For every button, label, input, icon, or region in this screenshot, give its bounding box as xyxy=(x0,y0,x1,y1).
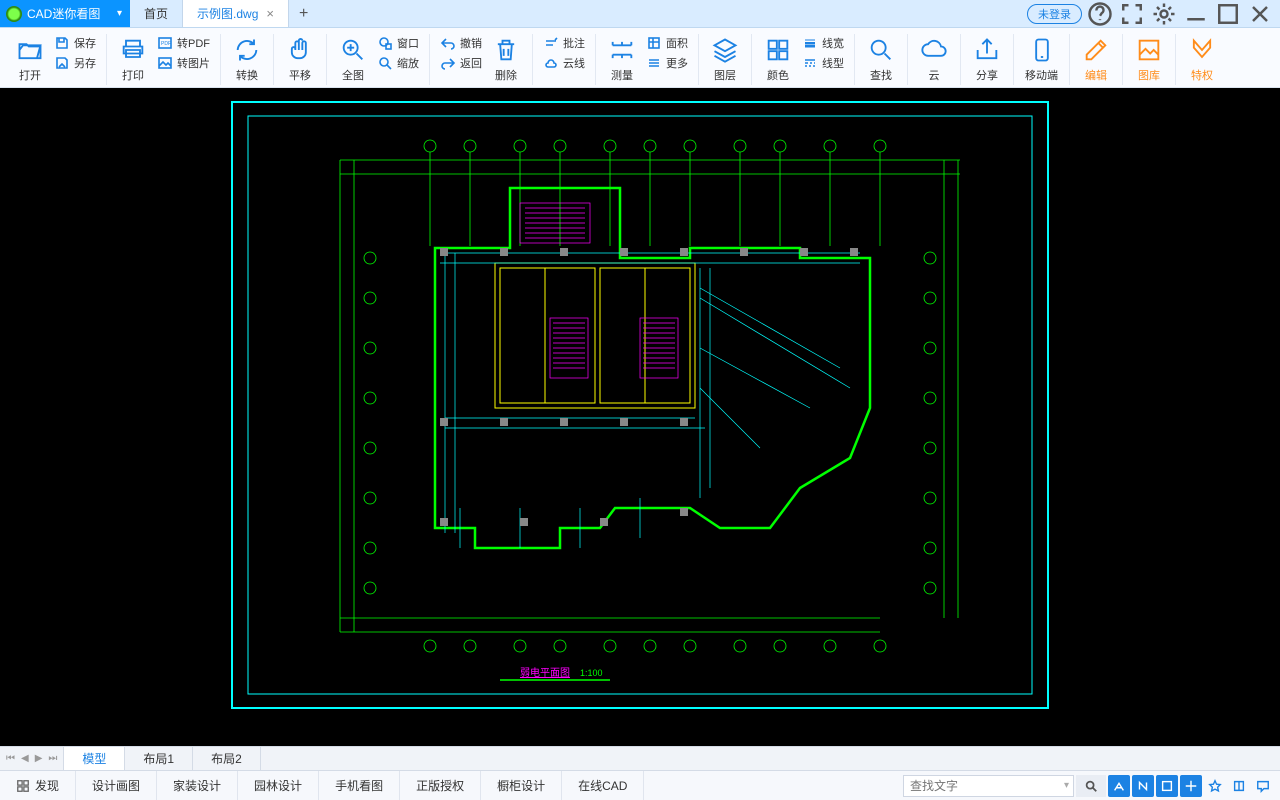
measure-button[interactable]: 测量 xyxy=(602,34,642,85)
nav-last-icon[interactable]: ⏭ xyxy=(48,753,57,764)
status-discover[interactable]: 发现 xyxy=(0,771,76,800)
layout-tabs: ⏮ ◀ ▶ ⏭ 模型 布局1 布局2 xyxy=(0,746,1280,770)
toolbar-ribbon: 打开 保存 另存 打印 PDF转PDF 转图片 转换 平移 全图 窗口 缩放 撤… xyxy=(0,28,1280,88)
status-garden[interactable]: 园林设计 xyxy=(238,771,319,800)
nav-next-icon[interactable]: ▶ xyxy=(35,753,43,764)
edit-button[interactable]: 编辑 xyxy=(1076,34,1116,85)
chevron-down-icon[interactable]: ▾ xyxy=(1064,780,1073,791)
search-button[interactable] xyxy=(1076,775,1106,797)
print-button[interactable]: 打印 xyxy=(113,34,153,85)
help-icon[interactable] xyxy=(1086,4,1114,24)
app-logo-icon xyxy=(6,6,22,22)
delete-button[interactable]: 删除 xyxy=(486,34,526,85)
area-button[interactable]: 面积 xyxy=(642,34,692,52)
minimize-button[interactable] xyxy=(1182,4,1210,24)
chevron-down-icon: ▾ xyxy=(117,8,122,19)
tab-home[interactable]: 首页 xyxy=(130,0,183,27)
open-button[interactable]: 打开 xyxy=(10,34,50,85)
status-license[interactable]: 正版授权 xyxy=(400,771,481,800)
status-cabinet[interactable]: 橱柜设计 xyxy=(481,771,562,800)
north-toggle[interactable] xyxy=(1132,775,1154,797)
ortho-toggle[interactable] xyxy=(1156,775,1178,797)
share-button[interactable]: 分享 xyxy=(967,34,1007,85)
more-button[interactable]: 更多 xyxy=(642,54,692,72)
back-button[interactable]: 返回 xyxy=(436,54,486,72)
cloud-button[interactable]: 云 xyxy=(914,34,954,85)
title-bar: CAD迷你看图 ▾ 首页 示例图.dwg × + 未登录 xyxy=(0,0,1280,28)
layer-button[interactable]: 图层 xyxy=(705,34,745,85)
cad-drawing: 弱电平面图 1:100 xyxy=(0,88,1280,724)
privilege-button[interactable]: 特权 xyxy=(1182,34,1222,85)
zoom-full-button[interactable]: 全图 xyxy=(333,34,373,85)
maximize-button[interactable] xyxy=(1214,4,1242,24)
mobile-button[interactable]: 移动端 xyxy=(1020,34,1063,85)
status-design[interactable]: 设计画图 xyxy=(76,771,157,800)
login-button[interactable]: 未登录 xyxy=(1027,4,1082,24)
drawing-canvas[interactable]: 弱电平面图 1:100 xyxy=(0,88,1280,746)
nav-prev-icon[interactable]: ◀ xyxy=(21,753,29,764)
annotate-button[interactable]: 批注 xyxy=(539,34,589,52)
status-home-design[interactable]: 家装设计 xyxy=(157,771,238,800)
status-bar: 发现 设计画图 家装设计 园林设计 手机看图 正版授权 橱柜设计 在线CAD ▾ xyxy=(0,770,1280,800)
undo-button[interactable]: 撤销 xyxy=(436,34,486,52)
to-pdf-button[interactable]: PDF转PDF xyxy=(153,34,214,52)
linetype-button[interactable]: 线型 xyxy=(798,54,848,72)
linewidth-button[interactable]: 线宽 xyxy=(798,34,848,52)
zoom-button[interactable]: 缩放 xyxy=(373,54,423,72)
snap-toggle[interactable] xyxy=(1108,775,1130,797)
search-box: ▾ xyxy=(903,775,1074,797)
settings-icon[interactable] xyxy=(1150,4,1178,24)
close-button[interactable] xyxy=(1246,4,1274,24)
star-toggle[interactable] xyxy=(1204,775,1226,797)
svg-text:PDF: PDF xyxy=(161,41,171,47)
search-input[interactable] xyxy=(904,776,1064,796)
pan-button[interactable]: 平移 xyxy=(280,34,320,85)
convert-button[interactable]: 转换 xyxy=(227,34,267,85)
color-button[interactable]: 颜色 xyxy=(758,34,798,85)
book-toggle[interactable] xyxy=(1228,775,1250,797)
library-button[interactable]: 图库 xyxy=(1129,34,1169,85)
app-title: CAD迷你看图 xyxy=(27,5,100,22)
save-button[interactable]: 保存 xyxy=(50,34,100,52)
cloudline-button[interactable]: 云线 xyxy=(539,54,589,72)
to-image-button[interactable]: 转图片 xyxy=(153,54,214,72)
svg-text:弱电平面图: 弱电平面图 xyxy=(520,666,570,679)
status-online-cad[interactable]: 在线CAD xyxy=(562,771,644,800)
layout-tab-1[interactable]: 布局1 xyxy=(125,747,193,770)
svg-text:1:100: 1:100 xyxy=(580,668,603,678)
close-tab-icon[interactable]: × xyxy=(266,6,274,21)
status-mobile-view[interactable]: 手机看图 xyxy=(319,771,400,800)
find-button[interactable]: 查找 xyxy=(861,34,901,85)
layout-tab-model[interactable]: 模型 xyxy=(64,747,125,770)
crosshair-toggle[interactable] xyxy=(1180,775,1202,797)
app-menu[interactable]: CAD迷你看图 ▾ xyxy=(0,0,130,27)
layout-tab-2[interactable]: 布局2 xyxy=(193,747,261,770)
new-tab-button[interactable]: + xyxy=(289,0,318,27)
layout-nav: ⏮ ◀ ▶ ⏭ xyxy=(0,747,64,770)
fullscreen-icon[interactable] xyxy=(1118,4,1146,24)
tab-file[interactable]: 示例图.dwg × xyxy=(183,0,289,27)
zoom-window-button[interactable]: 窗口 xyxy=(373,34,423,52)
saveas-button[interactable]: 另存 xyxy=(50,54,100,72)
nav-first-icon[interactable]: ⏮ xyxy=(6,753,15,764)
message-toggle[interactable] xyxy=(1252,775,1274,797)
